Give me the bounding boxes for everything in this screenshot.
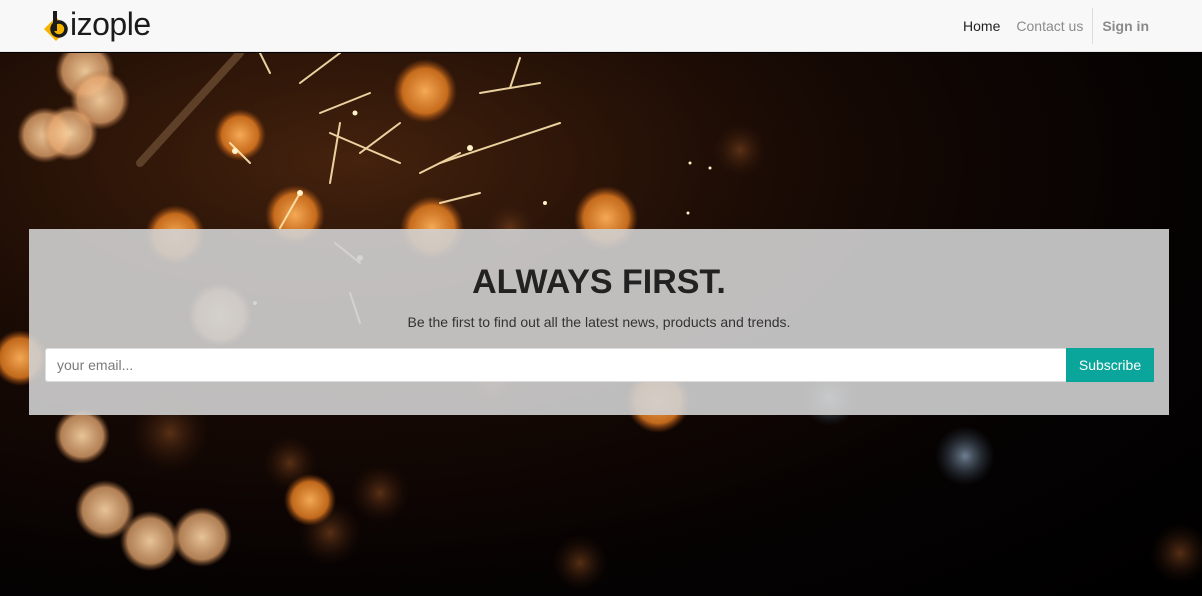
nav-divider	[1092, 7, 1094, 44]
nav-home-link[interactable]: Home	[955, 8, 1008, 44]
subscribe-panel: ALWAYS FIRST. Be the first to find out a…	[29, 229, 1169, 415]
nav-signin-link[interactable]: Sign in	[1094, 8, 1157, 44]
subscribe-button[interactable]: Subscribe	[1066, 348, 1154, 382]
brand-logo[interactable]: izople	[43, 0, 151, 52]
hero-subtitle: Be the first to find out all the latest …	[407, 314, 791, 330]
email-input[interactable]	[45, 348, 1066, 382]
logo-mark-icon	[44, 10, 68, 41]
hero-title: ALWAYS FIRST.	[472, 263, 726, 301]
nav-links: Home Contact us Sign in	[955, 7, 1157, 44]
nav-contact-link[interactable]: Contact us	[1008, 8, 1091, 44]
subscribe-form: Subscribe	[45, 348, 1154, 382]
navbar: izople Home Contact us Sign in	[0, 0, 1202, 52]
brand-name: izople	[70, 5, 151, 42]
